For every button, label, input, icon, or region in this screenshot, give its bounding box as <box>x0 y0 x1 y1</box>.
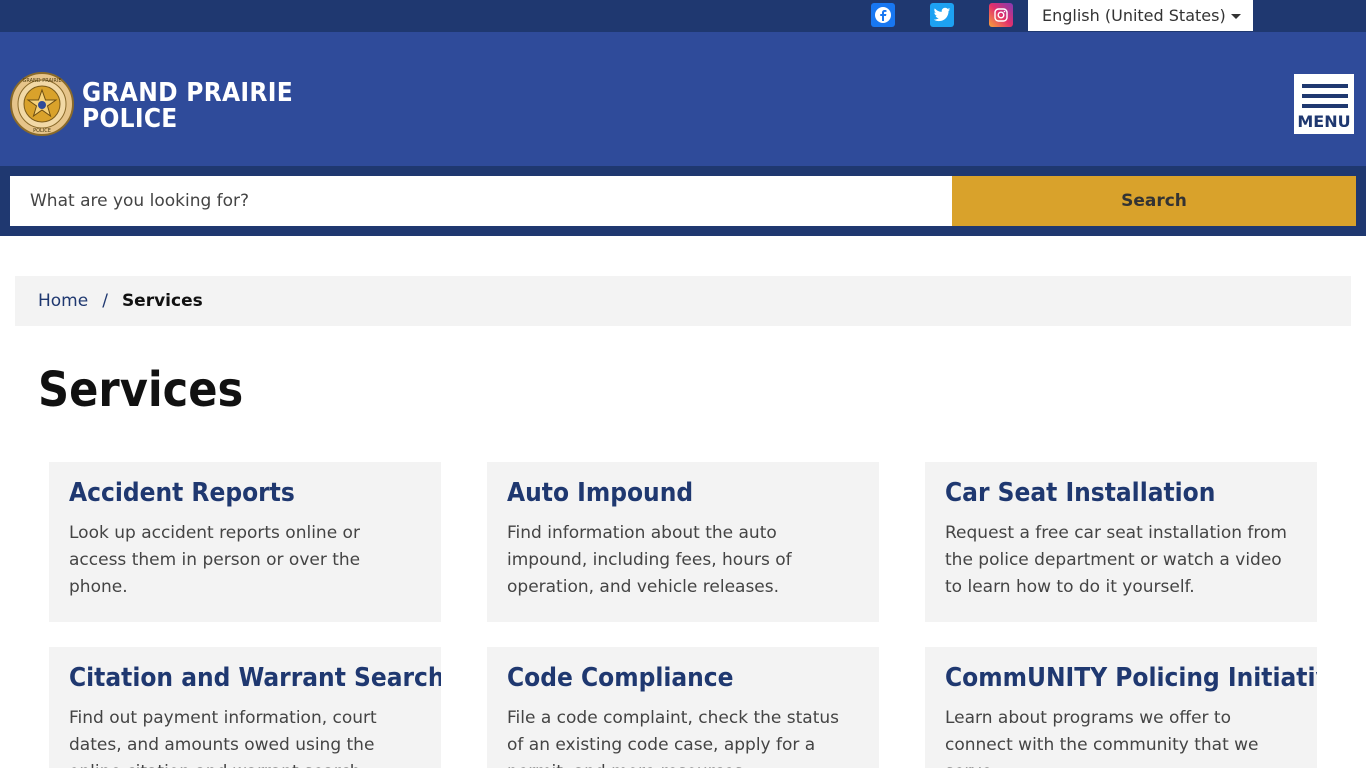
facebook-icon[interactable] <box>871 3 895 27</box>
service-card-car-seat-installation[interactable]: Car Seat Installation Request a free car… <box>925 462 1317 622</box>
site-brand[interactable]: GRAND PRAIRIE POLICE <box>82 80 293 132</box>
brand-line-1: GRAND PRAIRIE <box>82 78 293 108</box>
badge-text-bottom: POLICE <box>33 128 51 134</box>
badge-text-top: GRAND PRAIRIE <box>22 78 61 84</box>
card-description: Look up accident reports online or acces… <box>69 523 361 597</box>
card-title[interactable]: CommUNITY Policing Initiatives <box>945 661 1317 695</box>
search-input[interactable] <box>10 176 952 226</box>
card-title[interactable]: Code Compliance <box>507 661 859 695</box>
menu-button[interactable]: MENU <box>1292 72 1356 136</box>
card-title[interactable]: Accident Reports <box>69 476 421 510</box>
breadcrumb-home-link[interactable]: Home <box>38 291 88 311</box>
site-header: GRAND PRAIRIE POLICE GRAND PRAIRIE POLIC… <box>0 32 1366 166</box>
card-description: Request a free car seat installation fro… <box>945 523 1287 597</box>
card-description: Learn about programs we offer to connect… <box>945 708 1259 768</box>
service-card-code-compliance[interactable]: Code Compliance File a code complaint, c… <box>487 647 879 768</box>
card-title[interactable]: Car Seat Installation <box>945 476 1297 510</box>
menu-label: MENU <box>1297 112 1351 131</box>
service-card-auto-impound[interactable]: Auto Impound Find information about the … <box>487 462 879 622</box>
hamburger-bar <box>1302 94 1348 98</box>
instagram-icon[interactable] <box>989 3 1013 27</box>
card-description: Find information about the auto impound,… <box>507 523 792 597</box>
brand-line-2: POLICE <box>82 104 178 134</box>
caret-down-icon <box>1231 14 1241 19</box>
search-bar: Search <box>0 166 1366 236</box>
hamburger-bar <box>1302 104 1348 108</box>
service-card-citation-warrant-search[interactable]: Citation and Warrant Search Find out pay… <box>49 647 441 768</box>
breadcrumb-separator: / <box>102 291 108 311</box>
language-label: English (United States) <box>1042 6 1226 25</box>
page-title: Services <box>38 362 244 418</box>
card-title[interactable]: Auto Impound <box>507 476 859 510</box>
twitter-icon[interactable] <box>930 3 954 27</box>
breadcrumb: Home / Services <box>15 276 1351 326</box>
language-select[interactable]: English (United States) <box>1028 0 1253 31</box>
search-button[interactable]: Search <box>952 176 1356 226</box>
hamburger-icon <box>1302 84 1348 88</box>
card-description: File a code complaint, check the status … <box>507 708 839 768</box>
police-badge-logo[interactable]: GRAND PRAIRIE POLICE <box>10 62 74 146</box>
service-card-community-policing[interactable]: CommUNITY Policing Initiatives Learn abo… <box>925 647 1317 768</box>
breadcrumb-current: Services <box>121 291 203 311</box>
service-card-accident-reports[interactable]: Accident Reports Look up accident report… <box>49 462 441 622</box>
card-title[interactable]: Citation and Warrant Search <box>69 661 441 695</box>
top-bar: English (United States) <box>0 0 1366 32</box>
card-description: Find out payment information, court date… <box>69 708 377 768</box>
